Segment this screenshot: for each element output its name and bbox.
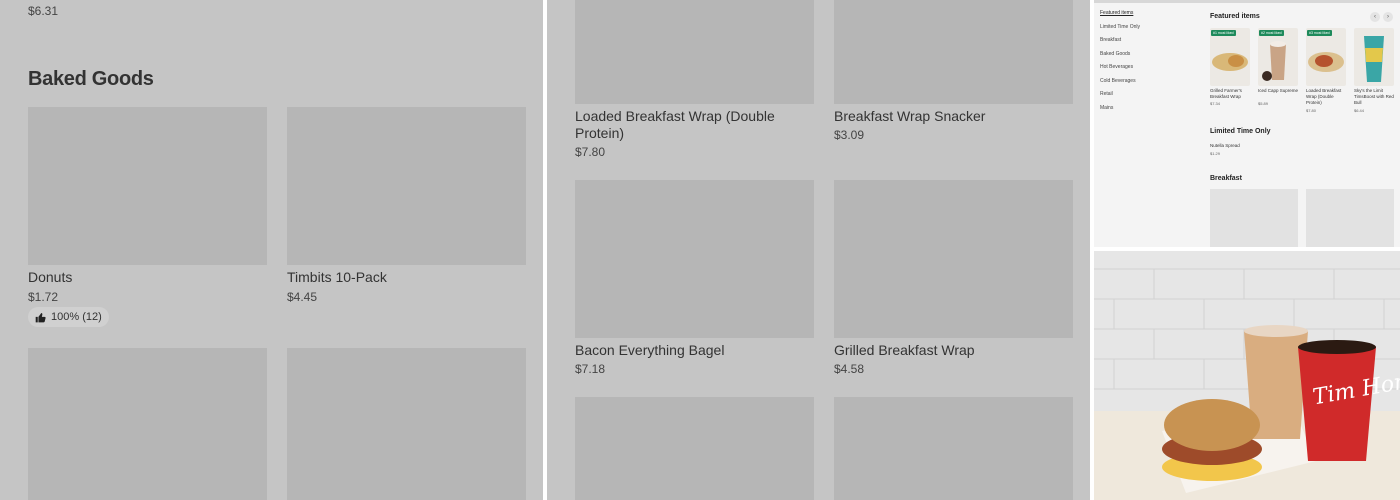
- featured-card[interactable]: #1 most liked: [1210, 28, 1250, 86]
- item-price: $6.31: [28, 4, 59, 18]
- featured-price: $7.80: [1306, 108, 1317, 113]
- rating-badge: 100% (12): [28, 307, 109, 327]
- breakfast-combo-illustration: Tim Hortons: [1094, 268, 1400, 493]
- featured-price: $6.44: [1354, 108, 1365, 113]
- item-price: $7.18: [575, 362, 606, 376]
- limited-item-name[interactable]: Nutella Spread: [1210, 143, 1240, 148]
- header-strip: [1094, 0, 1400, 3]
- store-menu-overview: Featured items Limited Time Only Breakfa…: [1094, 0, 1400, 247]
- menu-panel-breakfast: Loaded Breakfast Wrap (Double Protein) $…: [547, 0, 1090, 500]
- wrap-image: [1212, 53, 1248, 71]
- timsboost-image: [1364, 36, 1384, 82]
- wrap-image: [1308, 52, 1344, 72]
- limited-title: Limited Time Only: [1210, 128, 1271, 135]
- nav-item-featured[interactable]: Featured items: [1100, 9, 1200, 23]
- featured-card[interactable]: #2 most liked: [1258, 28, 1298, 86]
- item-image[interactable]: [575, 180, 814, 338]
- item-name[interactable]: Grilled Breakfast Wrap: [834, 342, 975, 359]
- limited-item-price: $1.29: [1210, 151, 1221, 156]
- prev-arrow-button[interactable]: ‹: [1370, 12, 1380, 22]
- featured-name: Loaded Breakfast Wrap (Double Protein): [1306, 88, 1342, 105]
- item-image-donuts[interactable]: [28, 107, 267, 265]
- featured-price: $5.89: [1258, 101, 1269, 106]
- item-image[interactable]: [834, 0, 1073, 104]
- item-image[interactable]: [575, 0, 814, 104]
- nav-item-retail[interactable]: Retail: [1100, 90, 1200, 104]
- item-price: $4.45: [287, 290, 318, 304]
- featured-card[interactable]: [1354, 28, 1394, 86]
- featured-card[interactable]: #3 most liked: [1306, 28, 1346, 86]
- thumbs-up-icon: [35, 312, 46, 322]
- category-nav: Featured items Limited Time Only Breakfa…: [1100, 9, 1200, 117]
- nav-item-hot-beverages[interactable]: Hot Beverages: [1100, 63, 1200, 77]
- screenshot-collage: $6.31 Baked Goods Donuts $1.72 100% (12)…: [0, 0, 1400, 500]
- nav-item-baked-goods[interactable]: Baked Goods: [1100, 50, 1200, 64]
- featured-title: Featured items: [1210, 13, 1260, 20]
- most-liked-badge: #2 most liked: [1259, 30, 1284, 36]
- next-arrow-button[interactable]: ›: [1383, 12, 1393, 22]
- item-name[interactable]: Loaded Breakfast Wrap (Double Protein): [575, 108, 800, 142]
- item-name[interactable]: Breakfast Wrap Snacker: [834, 108, 985, 125]
- featured-price: $7.34: [1210, 101, 1221, 106]
- item-price: $7.80: [575, 145, 606, 159]
- iced-capp-image: [1262, 41, 1286, 81]
- item-price: $1.72: [28, 290, 59, 304]
- featured-name: Iced Capp Supreme: [1258, 88, 1299, 93]
- featured-name: Grilled Farmer's Breakfast Wrap: [1210, 88, 1242, 99]
- item-name[interactable]: Bacon Everything Bagel: [575, 342, 724, 359]
- item-image-timbits[interactable]: [287, 107, 526, 265]
- item-name[interactable]: Timbits 10-Pack: [287, 269, 387, 286]
- promo-photo: Tim Hortons: [1094, 251, 1400, 500]
- item-price: $3.09: [834, 128, 865, 142]
- nav-item-breakfast[interactable]: Breakfast: [1100, 36, 1200, 50]
- breakfast-title: Breakfast: [1210, 175, 1242, 182]
- nav-item-cold-beverages[interactable]: Cold Beverages: [1100, 77, 1200, 91]
- item-price: $4.58: [834, 362, 865, 376]
- most-liked-badge: #1 most liked: [1211, 30, 1236, 36]
- item-name[interactable]: Donuts: [28, 269, 72, 286]
- item-image[interactable]: [1210, 189, 1298, 247]
- rating-text: 100% (12): [51, 311, 102, 323]
- nav-item-limited[interactable]: Limited Time Only: [1100, 23, 1200, 37]
- menu-panel-baked-goods: $6.31 Baked Goods Donuts $1.72 100% (12)…: [0, 0, 543, 500]
- item-image[interactable]: [834, 397, 1073, 500]
- section-title: Baked Goods: [28, 68, 154, 90]
- item-image[interactable]: [28, 348, 267, 500]
- item-image[interactable]: [287, 348, 526, 500]
- featured-name: Sky's the Limit TimsBoost with Red Bull: [1354, 88, 1394, 105]
- most-liked-badge: #3 most liked: [1307, 30, 1332, 36]
- item-image[interactable]: [1306, 189, 1394, 247]
- nav-item-mains[interactable]: Mains: [1100, 104, 1200, 118]
- item-image[interactable]: [575, 397, 814, 500]
- item-image[interactable]: [834, 180, 1073, 338]
